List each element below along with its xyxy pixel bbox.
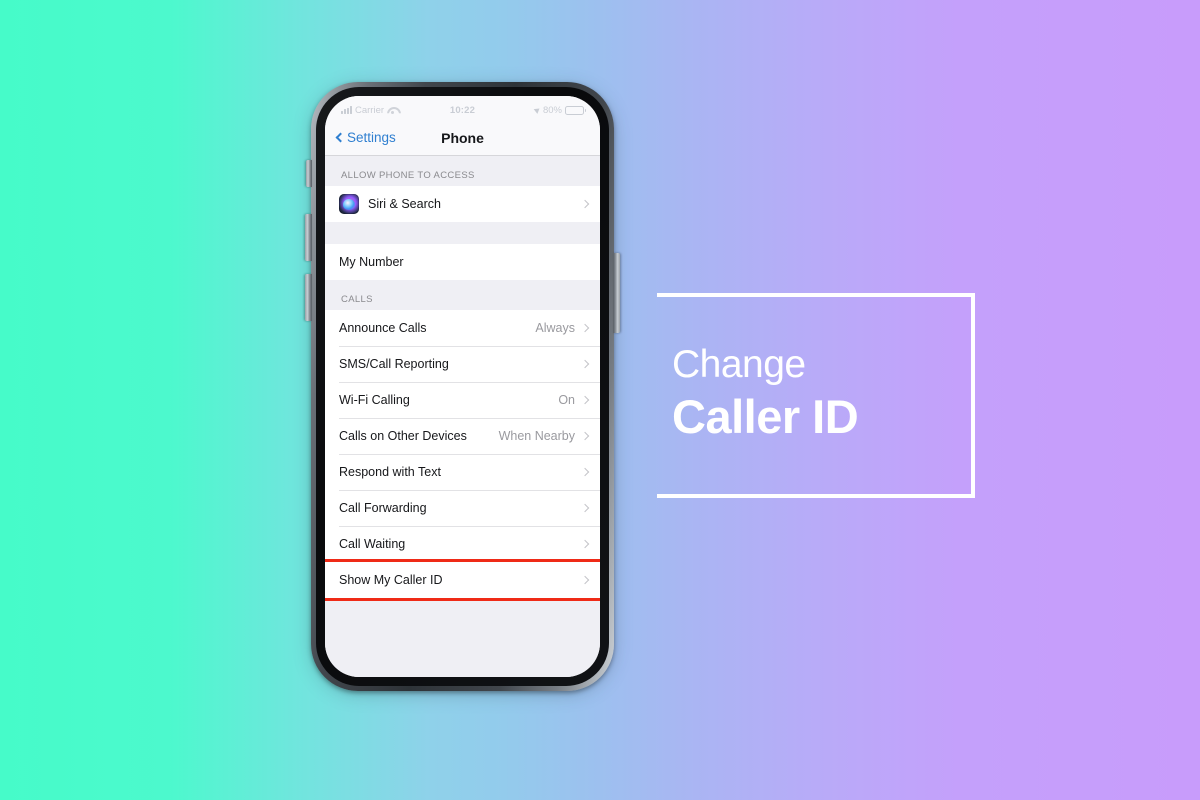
- chevron-right-icon: [580, 323, 590, 333]
- row-respond-with-text[interactable]: Respond with Text: [325, 454, 600, 490]
- row-value: On: [558, 393, 575, 407]
- chevron-right-icon: [580, 503, 590, 513]
- section-calls: Announce Calls Always SMS/Call Reporting…: [325, 310, 600, 601]
- row-label: Respond with Text: [339, 465, 441, 479]
- status-bar: Carrier 10:22 80%: [325, 96, 600, 120]
- chevron-right-icon: [580, 395, 590, 405]
- row-label: SMS/Call Reporting: [339, 357, 449, 371]
- row-show-my-caller-id[interactable]: Show My Caller ID: [325, 559, 600, 601]
- row-value: When Nearby: [498, 429, 575, 443]
- back-to-settings-button[interactable]: Settings: [335, 130, 396, 145]
- section-header-allow-phone-to-access: ALLOW PHONE TO ACCESS: [325, 156, 600, 186]
- row-label: Call Forwarding: [339, 501, 427, 515]
- row-label: Announce Calls: [339, 321, 427, 335]
- row-call-waiting[interactable]: Call Waiting: [325, 526, 600, 562]
- row-label: Show My Caller ID: [339, 573, 443, 587]
- row-label: Call Waiting: [339, 537, 406, 551]
- row-label: Wi-Fi Calling: [339, 393, 410, 407]
- iphone-mockup: Carrier 10:22 80% Settings Phone ALLOW P…: [305, 78, 620, 698]
- row-label: Siri & Search: [368, 197, 441, 211]
- power-button[interactable]: [613, 253, 620, 333]
- section-allow-phone-to-access: Siri & Search: [325, 186, 600, 222]
- row-my-number[interactable]: My Number: [325, 244, 600, 280]
- phone-screen: Carrier 10:22 80% Settings Phone ALLOW P…: [325, 96, 600, 677]
- status-bar-time: 10:22: [449, 104, 476, 116]
- chevron-right-icon: [580, 199, 590, 209]
- row-wifi-calling[interactable]: Wi-Fi Calling On: [325, 382, 600, 418]
- chevron-right-icon: [580, 539, 590, 549]
- promo-line-2: Caller ID: [672, 390, 859, 443]
- row-siri-and-search[interactable]: Siri & Search: [325, 186, 600, 222]
- back-button-label: Settings: [347, 130, 396, 145]
- chevron-left-icon: [335, 132, 346, 143]
- navigation-bar: Settings Phone: [325, 120, 600, 156]
- section-my-number: My Number: [325, 244, 600, 280]
- chevron-right-icon: [580, 575, 590, 585]
- section-gap-bottom: [325, 598, 600, 610]
- row-sms-call-reporting[interactable]: SMS/Call Reporting: [325, 346, 600, 382]
- siri-icon: [339, 194, 359, 214]
- volume-up-button[interactable]: [305, 214, 312, 261]
- row-value: Always: [535, 321, 575, 335]
- chevron-right-icon: [580, 467, 590, 477]
- volume-down-button[interactable]: [305, 274, 312, 321]
- promo-line-1: Change: [672, 343, 806, 386]
- battery-icon: [565, 105, 586, 115]
- promo-text-block: Change Caller ID: [672, 345, 972, 440]
- screenshot-canvas: Carrier 10:22 80% Settings Phone ALLOW P…: [0, 0, 1200, 800]
- section-gap: [325, 222, 600, 244]
- chevron-right-icon: [580, 431, 590, 441]
- section-header-calls: CALLS: [325, 280, 600, 310]
- chevron-right-icon: [580, 359, 590, 369]
- row-call-forwarding[interactable]: Call Forwarding: [325, 490, 600, 526]
- row-label: My Number: [339, 255, 404, 269]
- row-calls-on-other-devices[interactable]: Calls on Other Devices When Nearby: [325, 418, 600, 454]
- silent-switch-button[interactable]: [306, 160, 312, 187]
- row-announce-calls[interactable]: Announce Calls Always: [325, 310, 600, 346]
- settings-list[interactable]: ALLOW PHONE TO ACCESS Siri & Search My N…: [325, 156, 600, 677]
- row-label: Calls on Other Devices: [339, 429, 467, 443]
